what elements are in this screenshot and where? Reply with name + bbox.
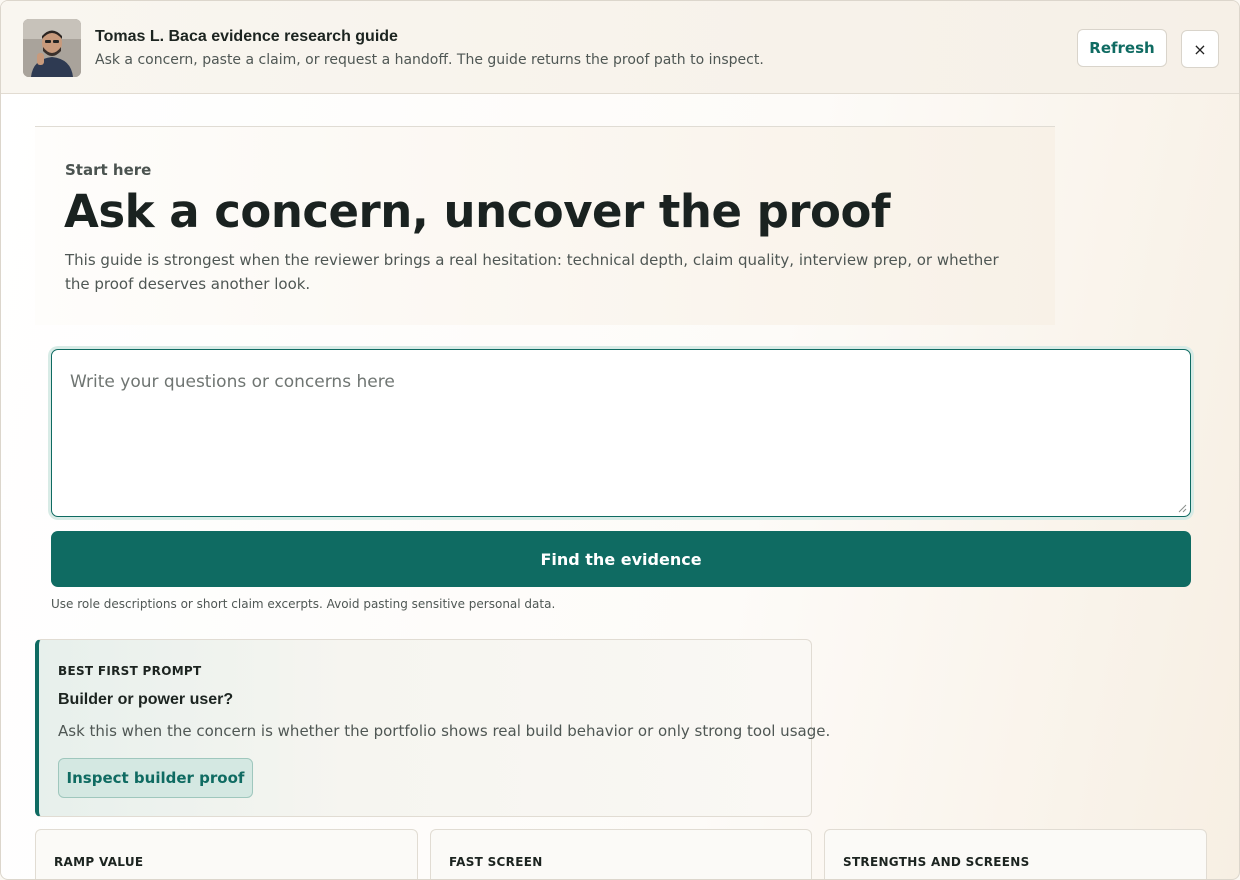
close-button[interactable]: × <box>1181 30 1219 68</box>
card-label: STRENGTHS AND SCREENS <box>843 855 1030 869</box>
refresh-button[interactable]: Refresh <box>1077 29 1167 67</box>
close-icon: × <box>1193 39 1207 59</box>
card-label: RAMP VALUE <box>54 855 144 869</box>
guide-title: Tomas L. Baca evidence research guide <box>95 28 398 45</box>
card-label: FAST SCREEN <box>449 855 543 869</box>
best-prompt-title: Builder or power user? <box>58 691 234 708</box>
card-ramp-value[interactable]: RAMP VALUE <box>35 829 418 879</box>
card-strengths-and-screens[interactable]: STRENGTHS AND SCREENS <box>824 829 1207 879</box>
concern-input[interactable] <box>51 349 1191 517</box>
best-prompt-description: Ask this when the concern is whether the… <box>58 722 831 740</box>
avatar <box>23 19 81 77</box>
resize-grip-icon[interactable] <box>1177 503 1187 513</box>
inspect-builder-proof-button[interactable]: Inspect builder proof <box>58 758 253 798</box>
header-bar: Tomas L. Baca evidence research guide As… <box>1 1 1239 94</box>
guide-window: Tomas L. Baca evidence research guide As… <box>0 0 1240 880</box>
find-evidence-button[interactable]: Find the evidence <box>51 531 1191 587</box>
guide-subtitle: Ask a concern, paste a claim, or request… <box>95 52 764 68</box>
input-hint: Use role descriptions or short claim exc… <box>51 597 556 611</box>
card-fast-screen[interactable]: FAST SCREEN <box>430 829 812 879</box>
hero-description: This guide is strongest when the reviewe… <box>65 251 999 293</box>
best-prompt-eyebrow: BEST FIRST PROMPT <box>58 664 202 678</box>
page-title: Ask a concern, uncover the proof <box>64 185 890 238</box>
hero-eyebrow: Start here <box>65 161 152 179</box>
